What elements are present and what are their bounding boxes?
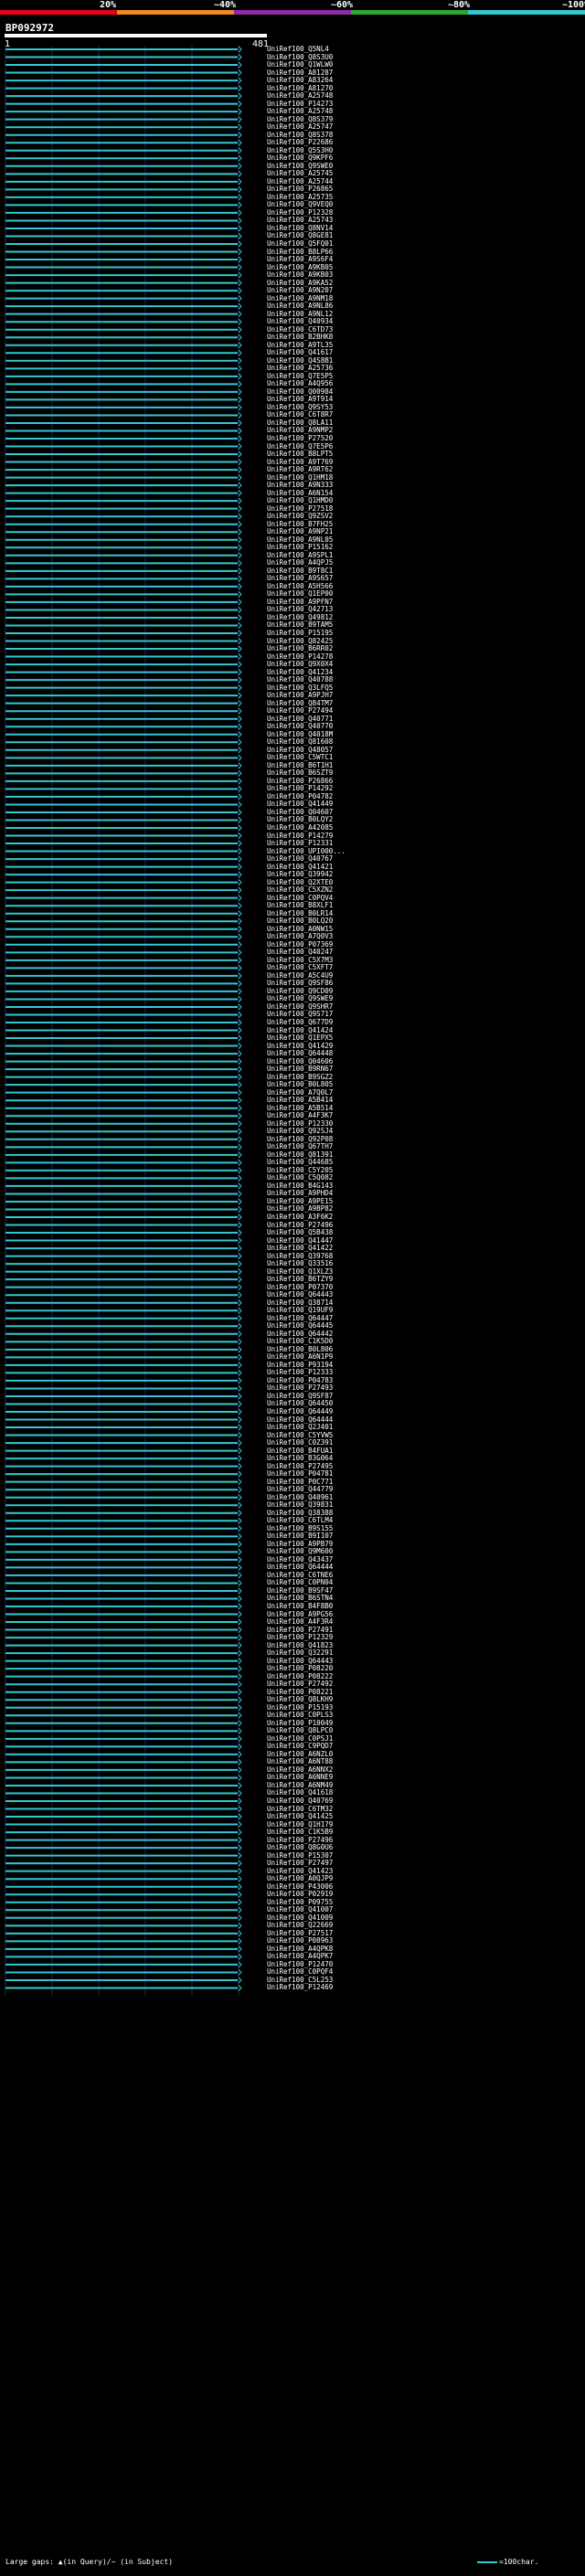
hit-label[interactable]: UniRef100_A9N207 xyxy=(267,287,333,294)
hit-label[interactable]: UniRef100_A9NL86 xyxy=(267,302,333,310)
hit-label[interactable]: UniRef100_P27520 xyxy=(267,435,333,442)
hit-label[interactable]: UniRef100_Q32291 xyxy=(267,1649,333,1657)
hit-label[interactable]: UniRef100_Q1EPX5 xyxy=(267,1034,333,1042)
hit-label[interactable]: UniRef100_P12469 xyxy=(267,1984,333,1991)
hit-label[interactable]: UniRef100_P08220 xyxy=(267,1665,333,1672)
scale-legend-swatch xyxy=(477,2561,497,2563)
hit-label[interactable]: UniRef100_Q64449 xyxy=(267,1408,333,1415)
hit-label[interactable]: UniRef100_Q41422 xyxy=(267,1245,333,1252)
hit-label[interactable]: UniRef100_P27494 xyxy=(267,707,333,715)
hit-label[interactable]: UniRef100_A25748 xyxy=(267,92,333,100)
hit-label[interactable]: UniRef100_Q9X0X4 xyxy=(267,661,333,668)
hit-label[interactable]: UniRef100_Q5NL4 xyxy=(267,46,329,53)
hit-label[interactable]: UniRef100_P04781 xyxy=(267,1470,333,1478)
hit-label[interactable]: UniRef100_Q1WLW0 xyxy=(267,61,333,69)
hit-label[interactable]: UniRef100_Q40767 xyxy=(267,855,333,863)
hit-label[interactable]: UniRef100_B0L805 xyxy=(267,1081,333,1088)
hit-label[interactable]: UniRef100_B4F8B0 xyxy=(267,1603,333,1610)
hit-label[interactable]: UniRef100_B3G064 xyxy=(267,1455,333,1462)
hit-label[interactable]: UniRef100_Q40788 xyxy=(267,676,333,684)
gap-legend: Large gaps: ▲(in Query)/~ (in Subject) xyxy=(5,2558,174,2566)
hit-label[interactable]: UniRef100_Q1HMD0 xyxy=(267,497,333,504)
hit-label[interactable]: UniRef100_A83264 xyxy=(267,77,333,84)
hit-label[interactable]: UniRef100_C1K5B9 xyxy=(267,1829,333,1836)
hit-label[interactable]: UniRef100_Q64448 xyxy=(267,1050,333,1057)
hit-label[interactable]: UniRef100_Q40934 xyxy=(267,318,333,325)
hit-label[interactable]: UniRef100_B8XLF1 xyxy=(267,902,333,909)
hit-label[interactable]: UniRef100_Q677D9 xyxy=(267,1019,333,1026)
hit-label[interactable]: UniRef100_C5XZN2 xyxy=(267,886,333,894)
hit-name-list: UniRef100_Q5NL4 UniRef100_Q8S3U0 UniRef100… xyxy=(0,0,585,2576)
hit-label[interactable]: UniRef100_Q8G0U6 xyxy=(267,1844,333,1851)
hit-label[interactable]: UniRef100_P27492 xyxy=(267,1680,333,1688)
hit-label[interactable]: UniRef100_A4F3R4 xyxy=(267,1618,333,1626)
hit-label[interactable]: UniRef100_B6TZY9 xyxy=(267,1276,333,1283)
hit-label[interactable]: UniRef100_P12331 xyxy=(267,840,333,847)
hit-label[interactable]: UniRef100_B6RR02 xyxy=(267,645,333,652)
hit-label[interactable]: UniRef100_Q41425 xyxy=(267,1813,333,1820)
hit-label[interactable]: UniRef100_Q9ZSV2 xyxy=(267,513,333,520)
hit-label[interactable]: UniRef100_Q2J401 xyxy=(267,1424,333,1431)
hit-label[interactable]: UniRef100_A25747 xyxy=(267,123,333,131)
hit-label[interactable]: UniRef100_A5B414 xyxy=(267,1097,333,1104)
hit-label[interactable]: UniRef100_A9N333 xyxy=(267,482,333,489)
hit-label[interactable]: UniRef100_B9RN67 xyxy=(267,1065,333,1073)
hit-label[interactable]: UniRef100_Q5B438 xyxy=(267,1229,333,1236)
hit-label[interactable]: UniRef100_A42085 xyxy=(267,824,333,832)
hit-label[interactable]: UniRef100_Q39942 xyxy=(267,871,333,878)
hit-label[interactable]: UniRef100_Q44779 xyxy=(267,1486,333,1493)
hit-label[interactable]: UniRef100_B8LPT5 xyxy=(267,451,333,458)
hit-label[interactable]: UniRef100_A25748 xyxy=(267,108,333,115)
hit-label[interactable]: UniRef100_P15195 xyxy=(267,630,333,637)
hit-label[interactable]: UniRef100_C0Z391 xyxy=(267,1439,333,1447)
hit-label[interactable]: UniRef100_P27497 xyxy=(267,1860,333,1867)
hit-label[interactable]: UniRef100_A3F6K2 xyxy=(267,1214,333,1221)
hit-label[interactable]: UniRef100_Q40769 xyxy=(267,1797,333,1805)
hit-label[interactable]: UniRef100_Q33516 xyxy=(267,1260,333,1267)
hit-label[interactable]: UniRef100_A9PJH7 xyxy=(267,692,333,699)
hit-label[interactable]: UniRef100_A9S6F4 xyxy=(267,256,333,263)
hit-label[interactable]: UniRef100_Q5FQ01 xyxy=(267,240,333,248)
hit-label[interactable]: UniRef100_A9KB03 xyxy=(267,271,333,279)
hit-label[interactable]: UniRef100_P12329 xyxy=(267,1634,333,1641)
hit-label[interactable]: UniRef100_A9RT62 xyxy=(267,466,333,473)
scale-legend: =100char. xyxy=(499,2558,539,2566)
hit-label[interactable]: UniRef100_A0QJP9 xyxy=(267,1875,333,1882)
hit-label[interactable]: UniRef100_Q64443 xyxy=(267,1291,333,1299)
